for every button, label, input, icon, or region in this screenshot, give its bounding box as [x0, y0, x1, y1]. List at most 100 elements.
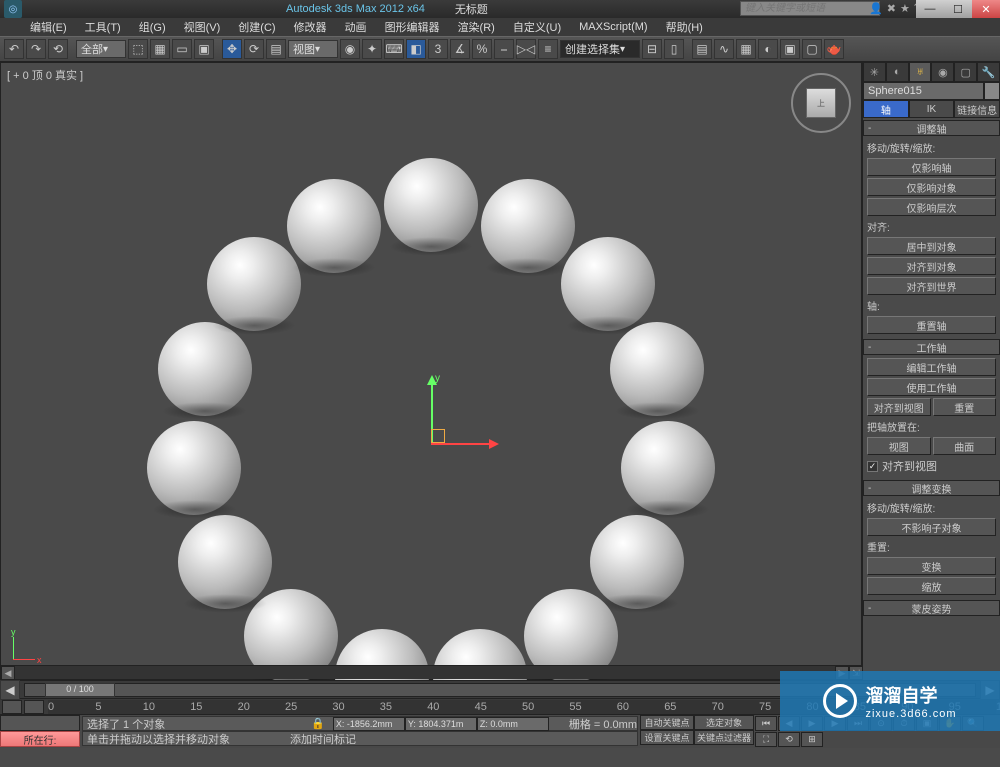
menu-modifiers[interactable]: 修改器: [288, 17, 333, 37]
rollout-adjust-pivot[interactable]: 调整轴: [863, 120, 1000, 136]
viewport-scrollbar[interactable]: ◀▶⇲: [1, 665, 863, 679]
percent-snap-icon[interactable]: ∡: [450, 39, 470, 59]
render-setup-icon[interactable]: ▣: [780, 39, 800, 59]
spinner-snap-icon[interactable]: %: [472, 39, 492, 59]
menu-views[interactable]: 视图(V): [178, 17, 227, 37]
angle-snap-icon[interactable]: 3: [428, 39, 448, 59]
sphere-object[interactable]: [561, 237, 655, 331]
sphere-object[interactable]: [147, 421, 241, 515]
trackbar-toggle-icon[interactable]: [2, 700, 22, 714]
sphere-object[interactable]: [178, 515, 272, 609]
set-key-button[interactable]: 设置关键点: [640, 730, 694, 745]
schematic-icon[interactable]: ▦: [736, 39, 756, 59]
auto-key-button[interactable]: 自动关键点: [640, 715, 694, 730]
subtab-linkinfo[interactable]: 链接信息: [954, 100, 1000, 118]
align-to-object-button[interactable]: 对齐到对象: [867, 257, 996, 275]
align-tool-icon[interactable]: ▯: [664, 39, 684, 59]
sphere-object[interactable]: [158, 322, 252, 416]
reset-wp-button[interactable]: 重置: [933, 398, 997, 416]
menu-customize[interactable]: 自定义(U): [507, 17, 567, 37]
select-name-icon[interactable]: ▦: [150, 39, 170, 59]
sphere-object[interactable]: [481, 179, 575, 273]
edit-working-pivot-button[interactable]: 编辑工作轴: [867, 358, 996, 376]
menu-graph[interactable]: 图形编辑器: [379, 17, 446, 37]
sphere-object[interactable]: [610, 322, 704, 416]
keyboard-shortcut-icon[interactable]: ⌨: [384, 39, 404, 59]
time-thumb[interactable]: 0 / 100: [45, 683, 115, 697]
coord-z-field[interactable]: [477, 717, 549, 731]
subtab-pivot[interactable]: 轴: [863, 100, 909, 118]
menu-edit[interactable]: 编辑(E): [24, 17, 73, 37]
rotate-icon[interactable]: ⟳: [244, 39, 264, 59]
minimize-button[interactable]: —: [916, 0, 944, 18]
qat-icon[interactable]: ✖: [887, 2, 896, 15]
affect-pivot-button[interactable]: 仅影响轴: [867, 158, 996, 176]
redo-icon[interactable]: ↷: [26, 39, 46, 59]
lock-icon[interactable]: 🔒: [311, 717, 325, 730]
center-to-object-button[interactable]: 居中到对象: [867, 237, 996, 255]
sphere-object[interactable]: [287, 179, 381, 273]
render-icon[interactable]: 🫖: [824, 39, 844, 59]
layers-icon[interactable]: ▤: [692, 39, 712, 59]
close-button[interactable]: ✕: [972, 0, 1000, 18]
menu-create[interactable]: 创建(C): [232, 17, 281, 37]
reset-transform-button[interactable]: 变换: [867, 557, 996, 575]
pivot-center-icon[interactable]: ◉: [340, 39, 360, 59]
time-prev-icon[interactable]: ◀: [0, 680, 20, 700]
menu-render[interactable]: 渲染(R): [452, 17, 501, 37]
align-to-world-button[interactable]: 对齐到世界: [867, 277, 996, 295]
viewport-label[interactable]: [ + 0 顶 0 真实 ]: [7, 67, 83, 83]
sphere-object[interactable]: [590, 515, 684, 609]
tab-modify-icon[interactable]: ◐: [886, 62, 909, 82]
menu-tools[interactable]: 工具(T): [79, 17, 127, 37]
sphere-object[interactable]: [207, 237, 301, 331]
app-icon[interactable]: ◎: [4, 0, 22, 18]
named-selection-set[interactable]: 创建选择集 ▾: [560, 40, 640, 58]
help-search-input[interactable]: [740, 1, 880, 16]
scale-icon[interactable]: ▤: [266, 39, 286, 59]
reset-scale-button[interactable]: 缩放: [867, 577, 996, 595]
affect-object-button[interactable]: 仅影响对象: [867, 178, 996, 196]
place-view-button[interactable]: 视图: [867, 437, 931, 455]
menu-group[interactable]: 组(G): [133, 17, 172, 37]
object-name-field[interactable]: Sphere015: [863, 82, 984, 100]
zoom-extents-icon[interactable]: ⛶: [755, 732, 777, 747]
tab-hierarchy-icon[interactable]: ♅: [909, 62, 932, 82]
menu-help[interactable]: 帮助(H): [660, 17, 709, 37]
ref-coord-system[interactable]: 视图 ▾: [288, 40, 338, 58]
subtab-ik[interactable]: IK: [909, 100, 955, 118]
qat-icon[interactable]: 👤: [869, 2, 883, 15]
manipulate-icon[interactable]: ✦: [362, 39, 382, 59]
tab-motion-icon[interactable]: ◉: [931, 62, 954, 82]
dont-affect-children-button[interactable]: 不影响子对象: [867, 518, 996, 536]
align-to-view-button[interactable]: 对齐到视图: [867, 398, 931, 416]
select-icon[interactable]: ⬚: [128, 39, 148, 59]
viewport[interactable]: [ + 0 顶 0 真实 ] 上 y yx ◀▶⇲: [0, 62, 862, 680]
mirror-tool-icon[interactable]: ⊟: [642, 39, 662, 59]
rollout-skin-pose[interactable]: 蒙皮姿势: [863, 600, 1000, 616]
sphere-object[interactable]: [384, 158, 478, 252]
maximize-button[interactable]: ☐: [944, 0, 972, 18]
rollout-working-pivot[interactable]: 工作轴: [863, 339, 1000, 355]
render-frame-icon[interactable]: ▢: [802, 39, 822, 59]
window-crossing-icon[interactable]: ▣: [194, 39, 214, 59]
curve-editor-icon[interactable]: ∿: [714, 39, 734, 59]
align-to-view-checkbox[interactable]: ✓对齐到视图: [867, 458, 996, 474]
place-surface-button[interactable]: 曲面: [933, 437, 997, 455]
trackbar-key-icon[interactable]: [24, 700, 44, 714]
coord-x-field[interactable]: [333, 717, 405, 731]
tab-display-icon[interactable]: ▢: [954, 62, 977, 82]
align-icon[interactable]: ≡: [538, 39, 558, 59]
viewcube-face[interactable]: 上: [806, 88, 836, 118]
menu-animation[interactable]: 动画: [339, 17, 373, 37]
move-icon[interactable]: ✥: [222, 39, 242, 59]
object-color-swatch[interactable]: [984, 82, 1000, 100]
select-rect-icon[interactable]: ▭: [172, 39, 192, 59]
qat-icon[interactable]: ★: [900, 2, 910, 15]
key-filter-combo[interactable]: 选定对象: [694, 715, 754, 730]
link-icon[interactable]: ⟲: [48, 39, 68, 59]
viewcube[interactable]: 上: [791, 73, 851, 133]
key-filters-button[interactable]: 关键点过滤器: [694, 730, 754, 745]
selection-filter[interactable]: 全部 ▾: [76, 40, 126, 58]
affect-hierarchy-button[interactable]: 仅影响层次: [867, 198, 996, 216]
